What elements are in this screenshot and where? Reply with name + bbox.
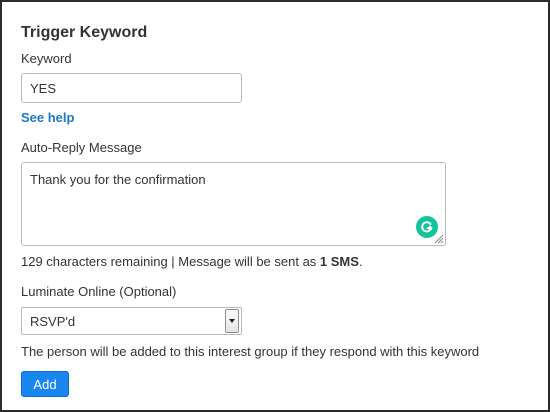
- resize-handle-icon[interactable]: [434, 234, 444, 244]
- sms-count: 1 SMS: [319, 254, 359, 269]
- characters-remaining-text: 129 characters remaining | Message will …: [21, 254, 320, 269]
- interest-group-select[interactable]: RSVP'd: [21, 307, 242, 335]
- keyword-input[interactable]: [21, 73, 242, 103]
- keyword-label: Keyword: [21, 51, 72, 66]
- interest-group-help-text: The person will be added to this interes…: [21, 344, 480, 359]
- auto-reply-textarea[interactable]: Thank you for the confirmation: [22, 163, 445, 245]
- sms-suffix: .: [358, 254, 363, 269]
- chevron-down-icon[interactable]: [225, 309, 239, 333]
- luminate-online-label: Luminate Online (Optional): [21, 284, 177, 299]
- interest-group-selected-value: RSVP'd: [30, 313, 76, 329]
- character-count-status: 129 characters remaining | Message will …: [21, 254, 363, 269]
- section-title: Trigger Keyword: [21, 24, 148, 41]
- trigger-keyword-panel: Trigger Keyword Keyword See help Auto-Re…: [0, 0, 550, 412]
- auto-reply-message-box: Thank you for the confirmation: [21, 162, 446, 246]
- add-button[interactable]: Add: [21, 371, 69, 397]
- see-help-link[interactable]: See help: [21, 110, 74, 125]
- auto-reply-label: Auto-Reply Message: [21, 140, 142, 155]
